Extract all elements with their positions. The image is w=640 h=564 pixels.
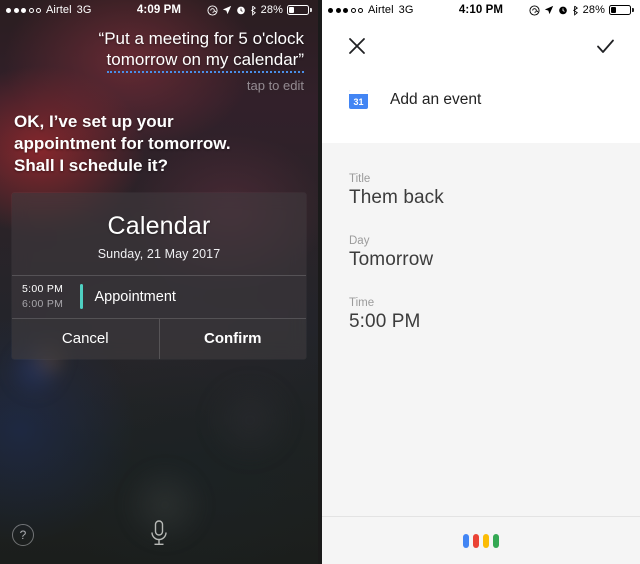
siri-query-line-2: tomorrow on my calendar” <box>106 49 304 73</box>
location-arrow-icon <box>544 5 554 15</box>
battery-percent: 28% <box>260 4 283 16</box>
event-day-field[interactable]: Day Tomorrow <box>349 235 640 271</box>
calendar-icon-day: 31 <box>353 97 364 107</box>
calendar-event-start-time: 5:00 PM <box>22 283 64 295</box>
location-arrow-icon <box>222 5 232 15</box>
siri-answer-line-2: appointment for tomorrow. <box>14 134 231 153</box>
check-icon[interactable] <box>592 33 618 59</box>
cancel-button[interactable]: Cancel <box>12 319 159 359</box>
alarm-clock-icon <box>236 5 246 15</box>
help-button[interactable]: ? <box>12 524 34 546</box>
calendar-event-title: Appointment <box>94 288 176 305</box>
status-bar-left: Airtel 3G <box>6 4 92 16</box>
google-assistant-screen: Airtel 3G 4:10 PM 28% 31 Add an event Ti… <box>322 0 640 564</box>
dot-yellow <box>483 533 489 548</box>
siri-answer-line-3: Shall I schedule it? <box>14 156 168 175</box>
carrier-name: Airtel <box>368 4 394 16</box>
confirm-button[interactable]: Confirm <box>158 319 306 359</box>
siri-answer-line-1: OK, I’ve set up your <box>14 112 174 131</box>
rotation-lock-icon <box>529 4 540 16</box>
assistant-listening-dots <box>463 533 499 548</box>
battery-icon <box>287 5 312 15</box>
dot-red <box>473 533 479 548</box>
calendar-event-end-time: 6:00 PM <box>22 298 64 310</box>
status-bar-right: 28% <box>529 4 634 16</box>
assistant-action-bar <box>322 20 640 60</box>
siri-query-text[interactable]: “Put a meeting for 5 o'clock tomorrow on… <box>14 28 304 73</box>
bluetooth-icon <box>250 5 257 16</box>
network-type: 3G <box>398 4 414 16</box>
siri-status-bar: Airtel 3G 4:09 PM 28% <box>0 0 318 20</box>
battery-percent: 28% <box>582 4 605 16</box>
assistant-status-bar: Airtel 3G 4:10 PM 28% <box>322 0 640 20</box>
event-title-value: Them back <box>349 187 444 208</box>
status-bar-left: Airtel 3G <box>328 4 414 16</box>
rotation-lock-icon <box>207 4 218 16</box>
signal-strength-dots <box>6 7 41 13</box>
calendar-card-actions: Cancel Confirm <box>12 318 306 359</box>
siri-answer-text: OK, I’ve set up your appointment for tom… <box>14 111 304 177</box>
assistant-card-header: 31 Add an event <box>322 60 640 109</box>
microphone-icon[interactable] <box>142 516 176 552</box>
assistant-event-fields: Title Them back Day Tomorrow Time 5:00 P… <box>322 143 640 516</box>
assistant-mic-bar[interactable] <box>322 516 640 564</box>
calendar-event-row[interactable]: 5:00 PM 6:00 PM Appointment <box>12 275 306 318</box>
event-time-label: Time <box>349 297 375 309</box>
assistant-card-title: Add an event <box>390 90 482 108</box>
battery-icon <box>609 5 634 15</box>
google-calendar-icon: 31 <box>349 90 368 109</box>
carrier-name: Airtel <box>46 4 72 16</box>
dual-screenshot-container: Airtel 3G 4:09 PM 28% “Put a meeting for… <box>0 0 640 564</box>
dot-blue <box>463 533 469 548</box>
calendar-card-date: Sunday, 21 May 2017 <box>97 247 221 261</box>
dot-green <box>493 533 499 548</box>
event-day-value: Tomorrow <box>349 249 434 270</box>
bluetooth-icon <box>572 5 579 16</box>
signal-strength-dots <box>328 7 363 13</box>
event-title-field[interactable]: Title Them back <box>349 173 640 209</box>
alarm-clock-icon <box>558 5 568 15</box>
calendar-event-times: 5:00 PM 6:00 PM <box>12 283 80 310</box>
siri-screen: Airtel 3G 4:09 PM 28% “Put a meeting for… <box>0 0 318 564</box>
event-time-value: 5:00 PM <box>349 311 421 332</box>
assistant-header-area: 31 Add an event <box>322 20 640 143</box>
close-icon[interactable] <box>344 33 370 59</box>
siri-conversation: “Put a meeting for 5 o'clock tomorrow on… <box>0 28 318 177</box>
calendar-card: Calendar Sunday, 21 May 2017 5:00 PM 6:0… <box>12 193 306 359</box>
calendar-card-header: Calendar Sunday, 21 May 2017 <box>12 193 306 275</box>
event-day-label: Day <box>349 235 370 247</box>
tap-to-edit-hint[interactable]: tap to edit <box>14 78 304 93</box>
event-time-field[interactable]: Time 5:00 PM <box>349 297 640 333</box>
network-type: 3G <box>76 4 92 16</box>
status-bar-right: 28% <box>207 4 312 16</box>
event-title-label: Title <box>349 173 371 185</box>
siri-query-line-1: “Put a meeting for 5 o'clock <box>98 29 304 48</box>
calendar-card-title: Calendar <box>107 212 211 240</box>
siri-bottom-bar: ? <box>0 502 318 564</box>
